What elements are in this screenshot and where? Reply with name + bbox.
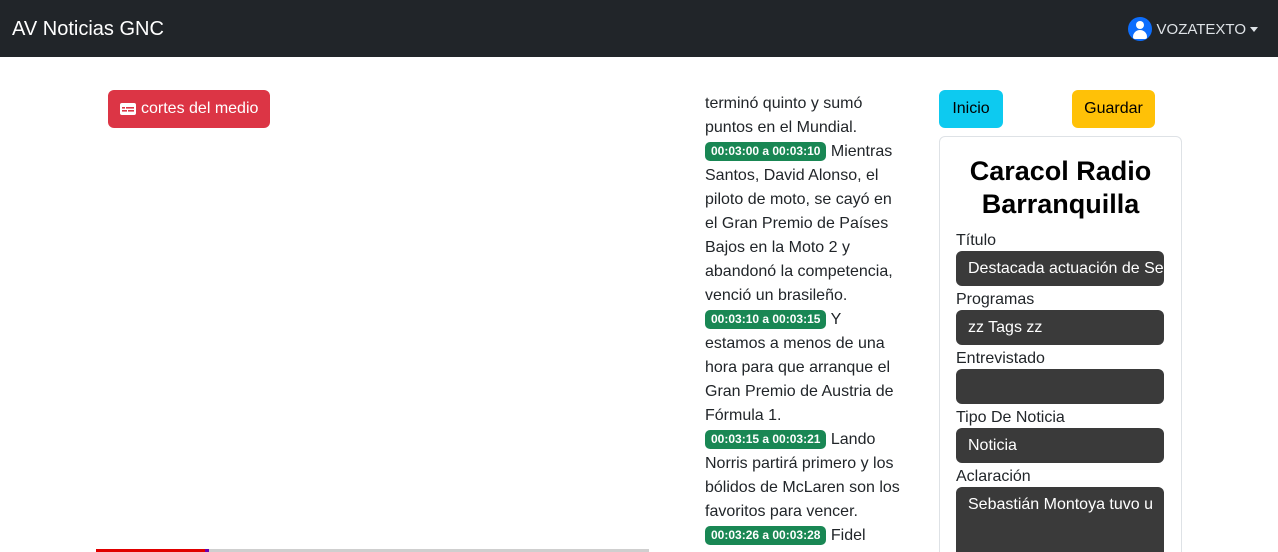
titulo-label: Título (956, 232, 997, 249)
guardar-button[interactable]: Guardar (1072, 90, 1155, 128)
transcript-intro: terminó quinto y sumó puntos en el Mundi… (705, 95, 863, 136)
transcript-panel: terminó quinto y sumó puntos en el Mundi… (705, 92, 905, 548)
tipo-noticia-label: Tipo De Noticia (956, 409, 1065, 426)
timestamp-badge[interactable]: 00:03:26 a 00:03:28 (705, 526, 827, 545)
person-circle-icon (1127, 17, 1152, 41)
user-menu[interactable]: VOZATEXTO (1127, 17, 1258, 41)
programas-field[interactable]: zz Tags zz (956, 310, 1164, 345)
brand-title[interactable]: AV Noticias GNC (12, 18, 164, 41)
cortes-label: cortes del medio (141, 100, 259, 117)
caret-down-icon (1250, 26, 1258, 32)
tipo-noticia-field[interactable]: Noticia (956, 428, 1164, 463)
timestamp-badge[interactable]: 00:03:10 a 00:03:15 (705, 310, 827, 329)
cortes-del-medio-button[interactable]: cortes del medio (108, 90, 271, 128)
titulo-field[interactable]: Destacada actuación de Se (956, 251, 1164, 286)
programas-label: Programas (956, 291, 1035, 308)
transcript-segment: Mientras Santos, David Alonso, el piloto… (705, 143, 893, 304)
station-title: Caracol Radio Barranquilla (969, 156, 1152, 219)
video-player[interactable] (96, 140, 649, 550)
aclaracion-label: Aclaración (956, 468, 1031, 485)
subtitles-icon (120, 103, 136, 115)
inicio-button[interactable]: Inicio (939, 90, 1003, 128)
transcript-segment: Fidel (830, 527, 866, 544)
navbar: AV Noticias GNC VOZATEXTO (0, 0, 1278, 57)
timestamp-badge[interactable]: 00:03:15 a 00:03:21 (705, 430, 827, 449)
news-form-card: Caracol Radio Barranquilla Título Destac… (939, 136, 1182, 552)
timestamp-badge[interactable]: 00:03:00 a 00:03:10 (705, 142, 827, 161)
user-name: VOZATEXTO (1156, 20, 1246, 38)
entrevistado-field[interactable] (956, 369, 1164, 404)
aclaracion-field[interactable]: Sebastián Montoya tuvo u (956, 487, 1164, 552)
entrevistado-label: Entrevistado (956, 350, 1045, 367)
